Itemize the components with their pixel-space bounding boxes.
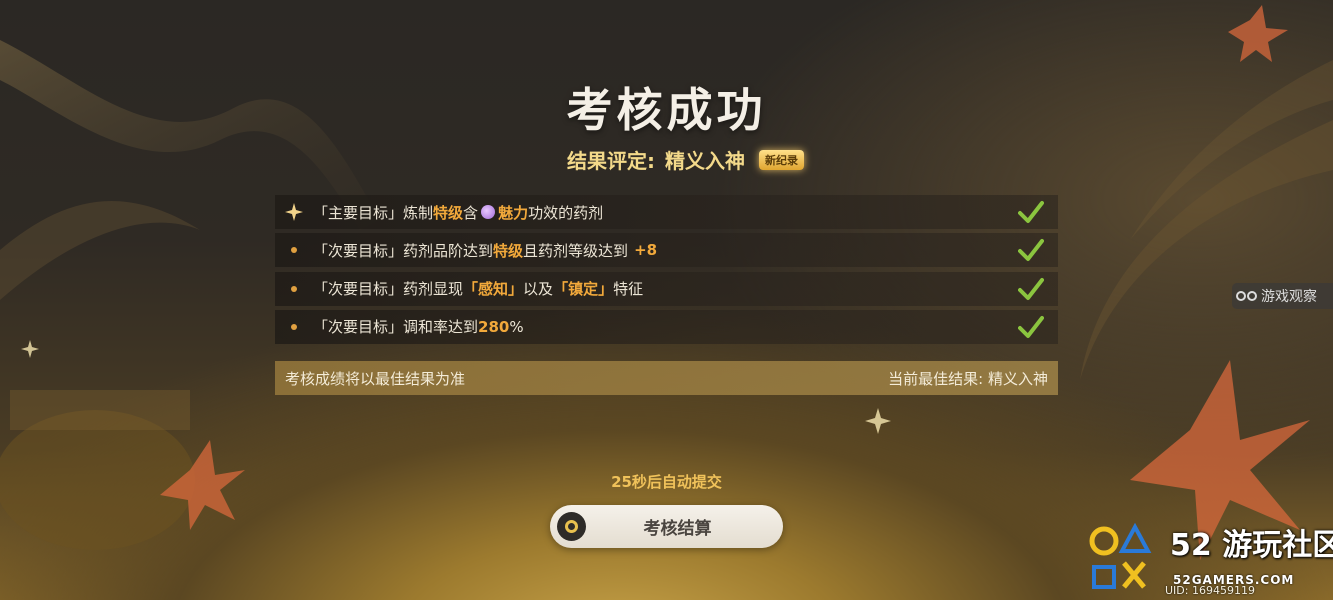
charm-effect-icon xyxy=(481,205,496,219)
objective-segment: 药剂品阶达到 xyxy=(403,241,494,260)
best-result: 当前最佳结果: 精义入神 xyxy=(888,369,1048,388)
game-watch-tag[interactable]: 游戏观察 xyxy=(1232,283,1333,309)
objective-segment: 且药剂等级达到 xyxy=(523,241,629,260)
objective-list: 「主要目标」 炼制 特级 含 魅力 功效的药剂 「次要目标」 药剂品阶达到 特级… xyxy=(275,195,1058,348)
objective-segment: 调和率达到 xyxy=(403,318,479,337)
objective-text: 「次要目标」 药剂显现 「感知」 以及 「镇定」 特征 xyxy=(313,278,643,299)
auto-submit-countdown: 25秒后自动提交 xyxy=(611,473,722,491)
best-result-bar: 考核成绩将以最佳结果为准 当前最佳结果: 精义入神 xyxy=(275,361,1058,395)
watermark-name: 游玩社区 xyxy=(1222,528,1333,563)
objective-segment: % xyxy=(509,317,524,336)
objective-tag: 「次要目标」 xyxy=(313,280,404,299)
binoculars-icon xyxy=(1236,291,1257,301)
star-icon xyxy=(275,203,313,221)
rating-value: 精义入神 xyxy=(665,149,745,173)
objective-row-secondary: 「次要目标」 药剂显现 「感知」 以及 「镇定」 特征 xyxy=(275,271,1058,306)
settle-button[interactable]: 考核结算 xyxy=(550,505,783,548)
rating-label: 结果评定: xyxy=(567,149,655,173)
checkmark-icon xyxy=(1018,239,1044,262)
result-rating: 结果评定: 精义入神 新纪录 xyxy=(567,145,804,174)
objective-tag: 「次要目标」 xyxy=(313,241,404,260)
score-note: 考核成绩将以最佳结果为准 xyxy=(285,369,466,388)
objective-segment: 药剂显现 xyxy=(403,280,464,299)
objective-segment: 含 xyxy=(463,203,479,222)
objective-highlight: 280 xyxy=(478,317,510,336)
confirm-circle-icon xyxy=(557,512,586,541)
watermark-number: 52 xyxy=(1170,528,1212,563)
objective-text: 「次要目标」 药剂品阶达到 特级 且药剂等级达到 +8 xyxy=(313,240,657,261)
objective-segment: 以及 xyxy=(523,280,554,299)
checkmark-icon xyxy=(1018,201,1044,223)
objective-highlight: 特级 xyxy=(433,203,464,222)
player-uid: UID: 169459119 xyxy=(1165,584,1255,597)
objective-tag: 「次要目标」 xyxy=(313,318,404,337)
objective-highlight: +8 xyxy=(634,241,658,260)
bullet-icon xyxy=(291,285,297,292)
objective-highlight: 魅力 xyxy=(498,203,529,222)
watermark-logo-icon xyxy=(1089,522,1152,589)
objective-text: 「次要目标」 调和率达到 280 % xyxy=(313,316,524,337)
objective-highlight: 特级 xyxy=(493,241,524,260)
objective-text: 「主要目标」 炼制 特级 含 魅力 功效的药剂 xyxy=(313,202,603,223)
objective-highlight: 「镇定」 xyxy=(553,280,614,299)
checkmark-icon xyxy=(1018,277,1044,300)
bullet-icon xyxy=(291,323,297,330)
objective-segment: 炼制 xyxy=(403,203,434,222)
bullet-icon xyxy=(291,247,297,254)
watermark-brand: 52 游玩社区 xyxy=(1170,520,1333,564)
objective-highlight: 「感知」 xyxy=(463,280,524,299)
objective-segment: 功效的药剂 xyxy=(528,203,604,222)
new-record-badge: 新纪录 xyxy=(759,149,804,170)
checkmark-icon xyxy=(1018,315,1044,338)
game-watch-label: 游戏观察 xyxy=(1261,289,1317,305)
objective-row-secondary: 「次要目标」 调和率达到 280 % xyxy=(275,309,1058,344)
page-title: 考核成功 xyxy=(566,83,767,137)
objective-row-secondary: 「次要目标」 药剂品阶达到 特级 且药剂等级达到 +8 xyxy=(275,233,1058,268)
objective-segment: 特征 xyxy=(613,280,644,299)
objective-tag: 「主要目标」 xyxy=(313,203,404,222)
objective-row-primary: 「主要目标」 炼制 特级 含 魅力 功效的药剂 xyxy=(275,195,1058,229)
